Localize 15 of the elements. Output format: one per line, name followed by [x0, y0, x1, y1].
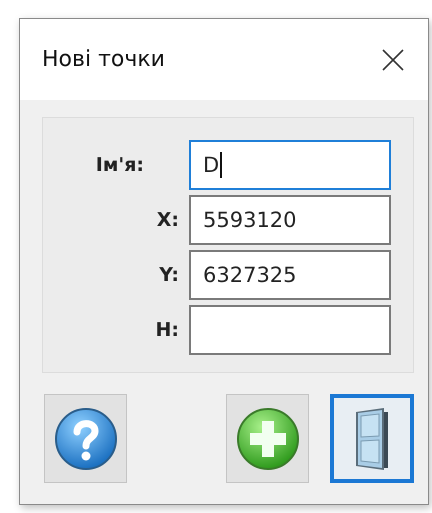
field-label: X: [156, 209, 179, 231]
exit-button[interactable] [330, 394, 414, 483]
field-label: H: [156, 319, 179, 341]
field-label: Y: [159, 264, 179, 286]
window-title: Нові точки [42, 47, 165, 72]
help-button[interactable] [44, 394, 128, 483]
close-icon[interactable] [382, 48, 404, 70]
add-button[interactable] [226, 394, 310, 483]
input-field[interactable]: 5593120 [189, 195, 391, 245]
input-field[interactable]: D [189, 140, 391, 190]
plus-icon [236, 406, 300, 470]
field-label: Ім'я: [96, 154, 144, 176]
input-field[interactable] [189, 305, 391, 355]
help-icon [54, 406, 118, 470]
input-field[interactable]: 6327325 [189, 250, 391, 300]
